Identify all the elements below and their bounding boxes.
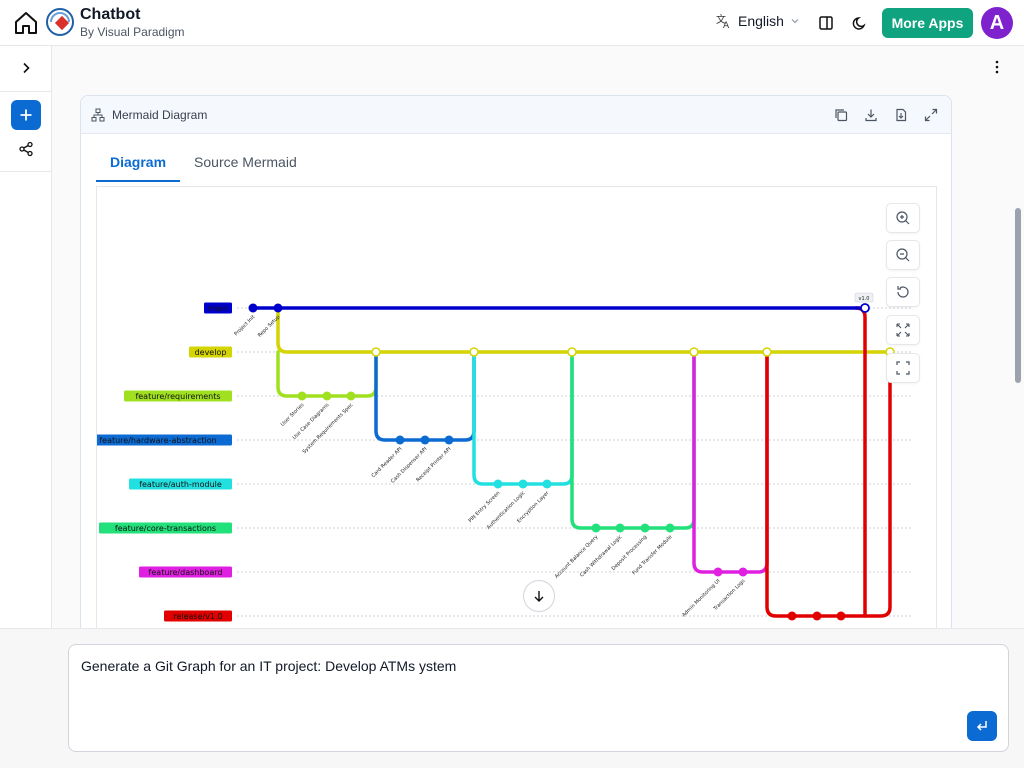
top-bar: Chatbot By Visual Paradigm 文A English Mo… bbox=[0, 0, 1024, 46]
branch-label: develop bbox=[195, 348, 227, 357]
send-button[interactable] bbox=[967, 711, 997, 741]
avatar[interactable]: A bbox=[981, 7, 1013, 39]
zoom-out-icon bbox=[896, 248, 910, 262]
merge-commit-dot bbox=[567, 347, 577, 357]
export-file-icon[interactable] bbox=[889, 103, 913, 127]
language-label: English bbox=[738, 13, 784, 29]
merge-commit-dot bbox=[762, 347, 772, 357]
fullscreen-icon bbox=[896, 361, 910, 375]
merge-commit-dot bbox=[469, 347, 479, 357]
dashboard-branch-line bbox=[692, 350, 769, 574]
commit-dot bbox=[493, 479, 503, 489]
reset-icon bbox=[897, 286, 909, 298]
plus-icon bbox=[20, 109, 32, 121]
auth-branch-line bbox=[472, 350, 574, 486]
scroll-down-button[interactable] bbox=[523, 580, 555, 612]
branch-label: main bbox=[208, 304, 228, 313]
mermaid-diagram-card: Mermaid Diagram Diagram Source Mermaid m… bbox=[80, 95, 952, 635]
git-graph: main develop feature/requirements feature/h… bbox=[97, 292, 912, 622]
commit-dot bbox=[713, 567, 723, 577]
expand-icon[interactable] bbox=[919, 103, 943, 127]
merge-commit-dot bbox=[689, 347, 699, 357]
tab-source-mermaid[interactable]: Source Mermaid bbox=[180, 148, 311, 182]
commit-dot bbox=[591, 523, 601, 533]
commit-dot bbox=[812, 611, 822, 621]
commit-dot bbox=[395, 435, 405, 445]
app-subtitle: By Visual Paradigm bbox=[80, 25, 185, 39]
prompt-input[interactable]: Generate a Git Graph for an IT project: … bbox=[68, 644, 1009, 752]
commit-dot bbox=[836, 611, 846, 621]
home-icon[interactable] bbox=[12, 9, 40, 37]
commit-dot bbox=[542, 479, 552, 489]
sidebar-divider bbox=[0, 91, 52, 92]
tab-diagram[interactable]: Diagram bbox=[96, 148, 181, 182]
commit-dot bbox=[248, 303, 258, 313]
reset-view-button[interactable] bbox=[886, 277, 920, 307]
fullscreen-button[interactable] bbox=[886, 353, 920, 383]
diagram-tabs: Diagram Source Mermaid bbox=[96, 148, 311, 182]
tag-label: v1.0 bbox=[859, 296, 870, 302]
card-title: Mermaid Diagram bbox=[112, 108, 208, 122]
visual-paradigm-logo-icon bbox=[46, 8, 74, 36]
more-options-icon[interactable] bbox=[988, 58, 1006, 76]
new-chat-button[interactable] bbox=[11, 100, 41, 130]
arrow-down-icon bbox=[534, 591, 544, 602]
branch-label: feature/core-transactions bbox=[115, 524, 216, 533]
branch-label: release/v1.0 bbox=[173, 612, 222, 621]
app-title: Chatbot bbox=[80, 6, 141, 23]
svg-text:A: A bbox=[723, 21, 730, 29]
commit-dot bbox=[640, 523, 650, 533]
share-icon[interactable] bbox=[14, 137, 38, 161]
commit-label: User Stories bbox=[280, 402, 306, 428]
commit-dot bbox=[615, 523, 625, 533]
commit-dot bbox=[518, 479, 528, 489]
fit-view-button[interactable] bbox=[886, 315, 920, 345]
commit-dot bbox=[665, 523, 675, 533]
card-header: Mermaid Diagram bbox=[81, 96, 951, 134]
page-scrollbar[interactable] bbox=[1015, 208, 1021, 383]
commit-dot bbox=[738, 567, 748, 577]
fit-arrows-icon bbox=[896, 323, 910, 337]
sidebar-toggle-icon[interactable] bbox=[814, 11, 838, 35]
chevron-down-icon bbox=[791, 19, 799, 24]
commit-dot bbox=[297, 391, 307, 401]
commit-label: Account Balance Query bbox=[554, 534, 600, 580]
release-merge-main-line bbox=[854, 306, 867, 618]
commit-dot bbox=[322, 391, 332, 401]
commit-label: Project Init bbox=[233, 314, 256, 337]
zoom-out-button[interactable] bbox=[886, 240, 920, 270]
commit-dot bbox=[420, 435, 430, 445]
translate-icon: 文A bbox=[716, 13, 730, 29]
download-icon[interactable] bbox=[859, 103, 883, 127]
merge-commit-dot bbox=[371, 347, 381, 357]
dark-mode-moon-icon[interactable] bbox=[848, 11, 872, 35]
expand-chevron-right-icon[interactable] bbox=[14, 56, 38, 80]
commit-label: System Requirements Spec bbox=[302, 402, 355, 455]
branch-label: feature/dashboard bbox=[149, 568, 223, 577]
copy-icon[interactable] bbox=[829, 103, 853, 127]
zoom-in-icon bbox=[896, 211, 910, 225]
commit-dot bbox=[444, 435, 454, 445]
diagram-tree-icon bbox=[91, 108, 105, 122]
merge-commit-dot bbox=[860, 303, 870, 313]
diagram-canvas[interactable]: main develop feature/requirements feature/h… bbox=[96, 186, 937, 634]
enter-arrow-icon bbox=[976, 721, 987, 731]
language-selector[interactable]: 文A English bbox=[716, 13, 800, 29]
requirements-branch-line bbox=[276, 350, 378, 398]
commit-dot bbox=[787, 611, 797, 621]
commit-label: Admin Monitoring UI bbox=[681, 578, 721, 618]
more-apps-button[interactable]: More Apps bbox=[882, 8, 973, 38]
branch-label: feature/hardware-abstraction bbox=[99, 436, 216, 445]
commit-dot bbox=[346, 391, 356, 401]
commit-dot bbox=[273, 303, 283, 313]
branch-label: feature/requirements bbox=[135, 392, 220, 401]
sidebar-divider bbox=[0, 171, 52, 172]
branch-label: feature/auth-module bbox=[139, 480, 222, 489]
zoom-in-button[interactable] bbox=[886, 203, 920, 233]
prompt-text: Generate a Git Graph for an IT project: … bbox=[81, 658, 457, 674]
develop-branch-line bbox=[276, 306, 894, 354]
